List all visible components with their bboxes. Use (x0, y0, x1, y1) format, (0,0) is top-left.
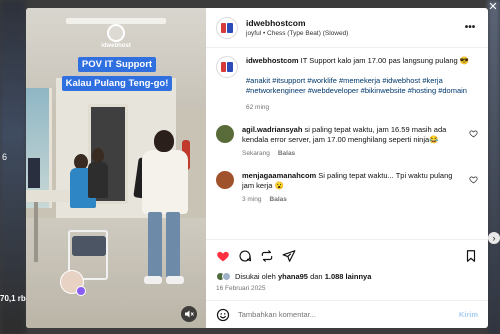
caption-text: idwebhostcom IT Support kalo jam 17.00 p… (246, 56, 478, 66)
add-comment-bar: Kirim (206, 300, 488, 328)
liker-avatars (216, 272, 231, 281)
post-details-panel: idwebhostcom joyful • Chess (Type Beat) … (206, 8, 488, 328)
comment-time: Sekarang (242, 150, 270, 157)
paper-plane-icon (282, 250, 296, 262)
next-post-button[interactable]: › (488, 232, 500, 244)
idwebhost-logo-icon (219, 59, 235, 75)
liker-avatar (222, 272, 231, 281)
comment-reply-button[interactable]: Balas (270, 196, 287, 203)
comment-button[interactable] (238, 249, 252, 263)
comment-text: agil.wadriansyah si paling tepat waktu, … (242, 125, 466, 145)
background-number: 6 (2, 152, 8, 162)
comment-item: menjagaamanahcom Si paling tepat waktu..… (216, 171, 478, 203)
comment-like-button[interactable] (466, 175, 478, 203)
watermark-logo-text: idwebhost (101, 43, 131, 49)
scene-desk-leg (34, 202, 38, 262)
comment-text: menjagaamanahcom Si paling tepat waktu..… (242, 171, 466, 191)
scene-person-walking (142, 150, 188, 214)
scene-leg (166, 212, 180, 278)
comment-meta: 3 ming Balas (242, 196, 466, 203)
caption-username[interactable]: idwebhostcom (246, 56, 299, 65)
heart-outline-icon (469, 130, 478, 138)
background-content-right (488, 0, 500, 334)
repost-icon (261, 250, 273, 262)
comment-time: 3 ming (242, 196, 262, 203)
comment-like-button[interactable] (466, 129, 478, 157)
comment-item: agil.wadriansyah si paling tepat waktu, … (216, 125, 478, 157)
share-button[interactable] (282, 249, 296, 263)
scene-person-head (92, 148, 104, 163)
commenter-avatar[interactable] (216, 171, 234, 189)
reel-video[interactable]: idwebhost POV IT Support Kalau Pulang Te… (26, 8, 206, 328)
mute-button[interactable] (181, 306, 197, 322)
scene-leg (148, 212, 162, 278)
scene-person-walking-head (154, 130, 174, 152)
repost-button[interactable] (260, 249, 274, 263)
speech-bubble-icon (239, 250, 252, 262)
scene-shoe (144, 276, 162, 284)
like-button[interactable] (216, 249, 230, 263)
watermark-logo-icon (107, 24, 125, 42)
comment-username[interactable]: menjagaamanahcom (242, 171, 316, 180)
video-caption-line: Kalau Pulang Teng-go! (61, 76, 173, 91)
likes-joiner: dan (310, 272, 323, 281)
idwebhost-logo-icon (219, 19, 235, 36)
likes-summary: Disukai oleh yhana95 dan 1.088 lainnya (216, 272, 478, 281)
action-icons-row (216, 246, 478, 266)
comments-list[interactable]: idwebhostcom IT Support kalo jam 17.00 p… (206, 48, 488, 239)
heart-filled-icon (217, 251, 229, 262)
post-header: idwebhostcom joyful • Chess (Type Beat) … (206, 8, 488, 48)
author-username[interactable]: idwebhostcom (246, 18, 462, 28)
audio-track-link[interactable]: joyful • Chess (Type Beat) (Slowed) (246, 30, 462, 37)
commenter-avatar[interactable] (216, 125, 234, 143)
author-avatar[interactable] (216, 56, 238, 78)
speaker-muted-icon (185, 310, 194, 318)
post-caption: idwebhostcom IT Support kalo jam 17.00 p… (216, 56, 478, 111)
tagged-user-badge-icon (76, 286, 86, 296)
scene-shoe (166, 276, 184, 284)
caption-timestamp: 62 ming (246, 104, 270, 111)
post-date: 16 Februari 2025 (216, 285, 266, 292)
video-watermark-logo: idwebhost (96, 24, 136, 49)
comment-input[interactable] (238, 310, 459, 319)
comment-meta: Sekarang Balas (242, 150, 466, 157)
likes-user[interactable]: yhana95 (278, 272, 308, 281)
likes-prefix: Disukai oleh (235, 272, 276, 281)
heart-outline-icon (469, 176, 478, 184)
comment-username[interactable]: agil.wadriansyah (242, 125, 302, 134)
background-stat: 70,1 rb (0, 294, 26, 303)
caption-body: IT Support kalo jam 17.00 pas langsung p… (300, 56, 470, 65)
post-comment-button[interactable]: Kirim (459, 310, 478, 319)
likes-others[interactable]: 1.088 lainnya (325, 272, 372, 281)
save-button[interactable] (464, 249, 478, 263)
emoji-icon[interactable] (216, 308, 230, 322)
post-modal: idwebhost POV IT Support Kalau Pulang Te… (26, 8, 488, 328)
more-options-icon[interactable]: ••• (462, 22, 478, 33)
comment-reply-button[interactable]: Balas (278, 150, 295, 157)
video-caption: POV IT Support Kalau Pulang Teng-go! (60, 54, 174, 92)
post-actions: Disukai oleh yhana95 dan 1.088 lainnya 1… (206, 239, 488, 292)
scene-person-seated (88, 162, 108, 198)
bookmark-icon (466, 250, 476, 262)
video-caption-line: POV IT Support (77, 57, 157, 72)
scene-monitor (28, 158, 40, 188)
background-content-left (0, 0, 26, 334)
author-avatar[interactable] (216, 16, 238, 39)
close-icon[interactable]: ✕ (488, 2, 498, 13)
scene-chair-seat (72, 236, 106, 256)
caption-hashtags[interactable]: #anakit #itsupport #worklife #memekerja … (246, 76, 478, 96)
